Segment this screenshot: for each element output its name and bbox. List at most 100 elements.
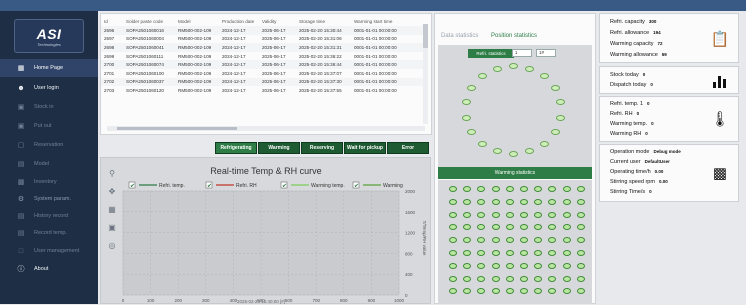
warming-slot[interactable] (534, 224, 543, 231)
warming-slot[interactable] (520, 288, 528, 295)
status-error[interactable]: Error (387, 142, 429, 154)
warming-slot[interactable] (463, 288, 472, 295)
warming-slot[interactable] (520, 262, 528, 269)
refri-slot[interactable] (461, 99, 471, 106)
warming-slot[interactable] (562, 198, 571, 205)
warming-slot[interactable] (449, 237, 457, 244)
refri-slot[interactable] (550, 85, 560, 91)
warming-slot[interactable] (534, 211, 543, 218)
warming-slot[interactable] (520, 275, 528, 282)
warming-slot[interactable] (562, 262, 571, 269)
refri-slot[interactable] (556, 114, 566, 121)
warming-slot[interactable] (463, 262, 472, 269)
refri-slot[interactable] (467, 129, 477, 135)
refri-slot[interactable] (461, 114, 471, 121)
warming-slot[interactable] (534, 275, 543, 282)
warming-slot[interactable] (463, 186, 472, 192)
warming-slot[interactable] (505, 211, 514, 218)
refri-slot[interactable] (525, 148, 535, 155)
warming-slot[interactable] (576, 186, 585, 192)
refri-slot[interactable] (550, 129, 560, 135)
warming-slot[interactable] (562, 237, 571, 244)
warming-slot[interactable] (491, 224, 500, 231)
layer-select[interactable]: 1 (512, 49, 532, 57)
warming-slot[interactable] (449, 211, 457, 218)
warming-slot[interactable] (463, 250, 472, 256)
sidebar-item-user-login[interactable]: ☻ User login (0, 79, 98, 97)
warming-slot[interactable] (477, 250, 486, 256)
refri-slot[interactable] (492, 148, 502, 155)
warming-slot[interactable] (520, 237, 528, 244)
warming-slot[interactable] (548, 262, 557, 269)
table-row[interactable]: 2696 SOPA2501060016 RM500-002-109 2024-12-1… (101, 26, 423, 35)
warming-slot[interactable] (477, 275, 486, 282)
sidebar-item-history-record[interactable]: ▤ History record (0, 207, 98, 225)
warming-slot[interactable] (477, 262, 486, 269)
warming-slot[interactable] (477, 186, 486, 192)
warming-slot[interactable] (534, 186, 543, 192)
warming-slot[interactable] (505, 262, 514, 269)
warming-slot[interactable] (576, 275, 585, 282)
sidebar-item-inventory[interactable]: ▩ Inventory (0, 173, 98, 191)
warming-slot[interactable] (449, 224, 457, 231)
refri-slot[interactable] (509, 151, 518, 157)
refri-slot[interactable] (492, 65, 502, 72)
warming-slot[interactable] (534, 288, 543, 295)
refri-slot[interactable] (478, 140, 488, 147)
warming-slot[interactable] (548, 211, 557, 218)
warming-slot[interactable] (491, 250, 500, 256)
warming-slot[interactable] (562, 186, 571, 192)
position-select[interactable]: 1# (536, 49, 556, 57)
sidebar-item-about[interactable]: ⓘ About (0, 260, 98, 278)
col-header-production-date[interactable]: Production date (219, 17, 259, 26)
warming-slot[interactable] (562, 250, 571, 256)
status-wait-for-pickup[interactable]: Wait for pickup (344, 142, 386, 154)
sidebar-item-reservation[interactable]: ▢ Reservation (0, 136, 98, 154)
warming-slot[interactable] (477, 288, 486, 295)
warming-slot[interactable] (449, 186, 457, 192)
warming-slot[interactable] (562, 211, 571, 218)
sidebar-item-stock-in[interactable]: ▣ Stock in (0, 98, 98, 116)
refri-slot[interactable] (509, 63, 518, 69)
warming-slot[interactable] (505, 275, 514, 282)
warming-slot[interactable] (463, 237, 472, 244)
warming-slot[interactable] (576, 250, 585, 256)
warming-slot[interactable] (449, 250, 457, 256)
warming-slot[interactable] (491, 211, 500, 218)
warming-slot[interactable] (463, 211, 472, 218)
warming-slot[interactable] (477, 224, 486, 231)
refri-slot[interactable] (556, 99, 566, 106)
warming-slot[interactable] (463, 275, 472, 282)
warming-slot[interactable] (562, 275, 571, 282)
warming-slot[interactable] (520, 211, 528, 218)
warming-slot[interactable] (505, 186, 514, 192)
warming-slot[interactable] (534, 262, 543, 269)
table-horizontal-scrollbar[interactable] (107, 126, 425, 131)
sidebar-item-user-management[interactable]: □ User management (0, 242, 98, 260)
warming-slot[interactable] (576, 262, 585, 269)
refri-slot[interactable] (525, 65, 535, 72)
warming-slot[interactable] (449, 198, 457, 205)
warming-slot[interactable] (505, 250, 514, 256)
tab-position-statistics[interactable]: Position statistics (491, 33, 537, 39)
warming-slot[interactable] (449, 288, 457, 295)
warming-slot[interactable] (449, 262, 457, 269)
col-header-model[interactable]: Model (175, 17, 219, 26)
warming-slot[interactable] (520, 198, 528, 205)
warming-slot[interactable] (449, 275, 457, 282)
warming-slot[interactable] (491, 237, 500, 244)
warming-slot[interactable] (477, 211, 486, 218)
warming-slot[interactable] (491, 198, 500, 205)
warming-slot[interactable] (576, 198, 585, 205)
warming-slot[interactable] (505, 288, 514, 295)
warming-slot[interactable] (534, 198, 543, 205)
warming-slot[interactable] (548, 198, 557, 205)
sidebar-item-put-out[interactable]: ▣ Put out (0, 117, 98, 135)
warming-slot[interactable] (463, 198, 472, 205)
warming-slot[interactable] (520, 224, 528, 231)
table-row[interactable]: 2699 SOPA2501060111 RM500-002-109 2024-12-1… (101, 52, 423, 61)
warming-slot[interactable] (562, 224, 571, 231)
tab-data-statistics[interactable]: Data statistics (441, 33, 478, 39)
table-row[interactable]: 2697 SOPA2501060004 RM500-002-109 2024-12-1… (101, 35, 423, 44)
table-row[interactable]: 2701 SOPA2501060100 RM500-002-109 2024-12-1… (101, 69, 423, 78)
